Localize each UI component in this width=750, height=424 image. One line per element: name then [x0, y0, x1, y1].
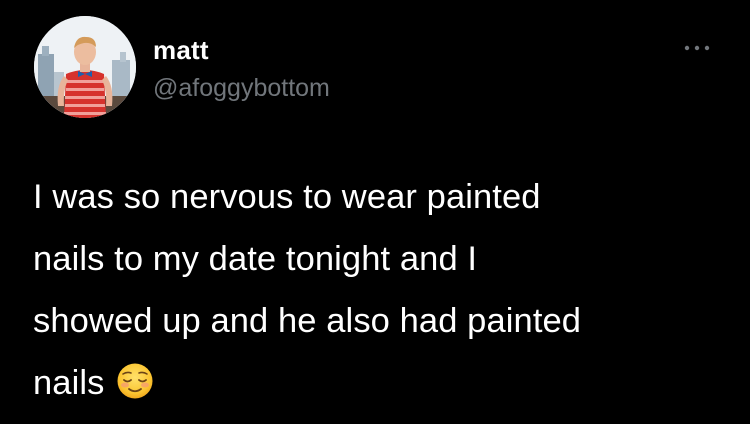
avatar[interactable]	[34, 16, 136, 118]
user-handle[interactable]: @afoggybottom	[153, 72, 330, 104]
display-name[interactable]: matt	[153, 34, 209, 66]
more-dots-icon	[684, 45, 710, 51]
tweet-text: I was so nervous to wear painted nails t…	[33, 166, 723, 414]
tweet-card: matt @afoggybottom I was so nervous to w…	[0, 0, 750, 424]
more-options-button[interactable]	[678, 38, 718, 58]
relieved-face-icon	[116, 358, 154, 399]
